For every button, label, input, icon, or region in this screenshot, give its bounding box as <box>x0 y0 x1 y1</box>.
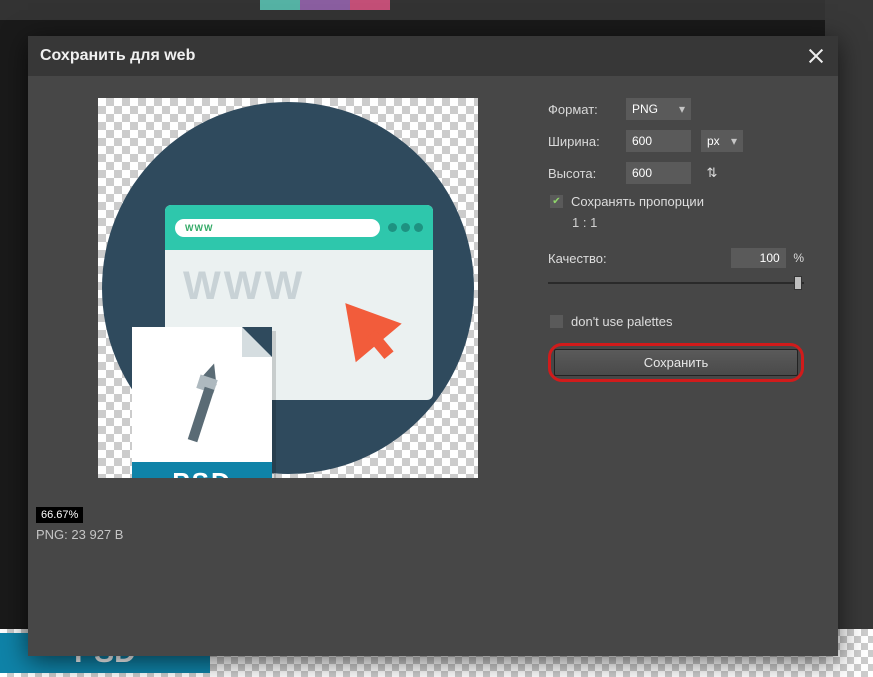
controls-panel: Формат: PNG Ширина: px Высота: ⇅ Сохраня… <box>548 98 818 542</box>
save-button[interactable]: Сохранить <box>554 349 798 376</box>
palettes-label: don't use palettes <box>571 314 673 329</box>
height-label: Высота: <box>548 166 616 181</box>
brush-icon <box>180 355 230 440</box>
preview-canvas: WWW WWW <box>98 98 478 478</box>
quality-suffix: % <box>793 251 804 265</box>
format-select[interactable]: PNG <box>626 98 691 120</box>
swap-dimensions-icon[interactable]: ⇅ <box>701 162 723 184</box>
save-highlight: Сохранить <box>548 343 804 382</box>
aspect-ratio: 1 : 1 <box>572 215 804 230</box>
quality-slider[interactable] <box>548 274 804 292</box>
width-unit-select[interactable]: px <box>701 130 743 152</box>
format-label: Формат: <box>548 102 616 117</box>
close-icon[interactable] <box>806 46 826 66</box>
save-for-web-dialog: Сохранить для web WWW WWW <box>28 36 838 656</box>
width-input[interactable] <box>626 130 691 152</box>
psd-file-illustration: PSD <box>132 327 272 478</box>
constrain-label: Сохранять пропорции <box>571 194 704 209</box>
height-input[interactable] <box>626 162 691 184</box>
zoom-level: 66.67% <box>36 507 83 523</box>
url-bar: WWW <box>175 219 380 237</box>
psd-label: PSD <box>132 462 272 478</box>
accent-stripe <box>260 0 300 10</box>
slider-thumb[interactable] <box>794 276 802 290</box>
palettes-checkbox[interactable] <box>550 315 563 328</box>
accent-stripe <box>350 0 390 10</box>
preview-image: WWW WWW <box>102 102 474 474</box>
quality-value[interactable]: 100 <box>731 248 786 268</box>
www-text: WWW <box>183 264 305 309</box>
dialog-title: Сохранить для web <box>40 47 195 65</box>
accent-stripe <box>300 0 350 10</box>
quality-label: Качество: <box>548 251 607 266</box>
preview-area: WWW WWW <box>28 98 548 542</box>
dialog-titlebar: Сохранить для web <box>28 36 838 76</box>
width-label: Ширина: <box>548 134 616 149</box>
status-area: 66.67% PNG: 23 927 B <box>36 506 123 542</box>
constrain-checkbox[interactable] <box>550 195 563 208</box>
filesize-text: PNG: 23 927 B <box>36 527 123 542</box>
app-topbar <box>0 0 873 20</box>
